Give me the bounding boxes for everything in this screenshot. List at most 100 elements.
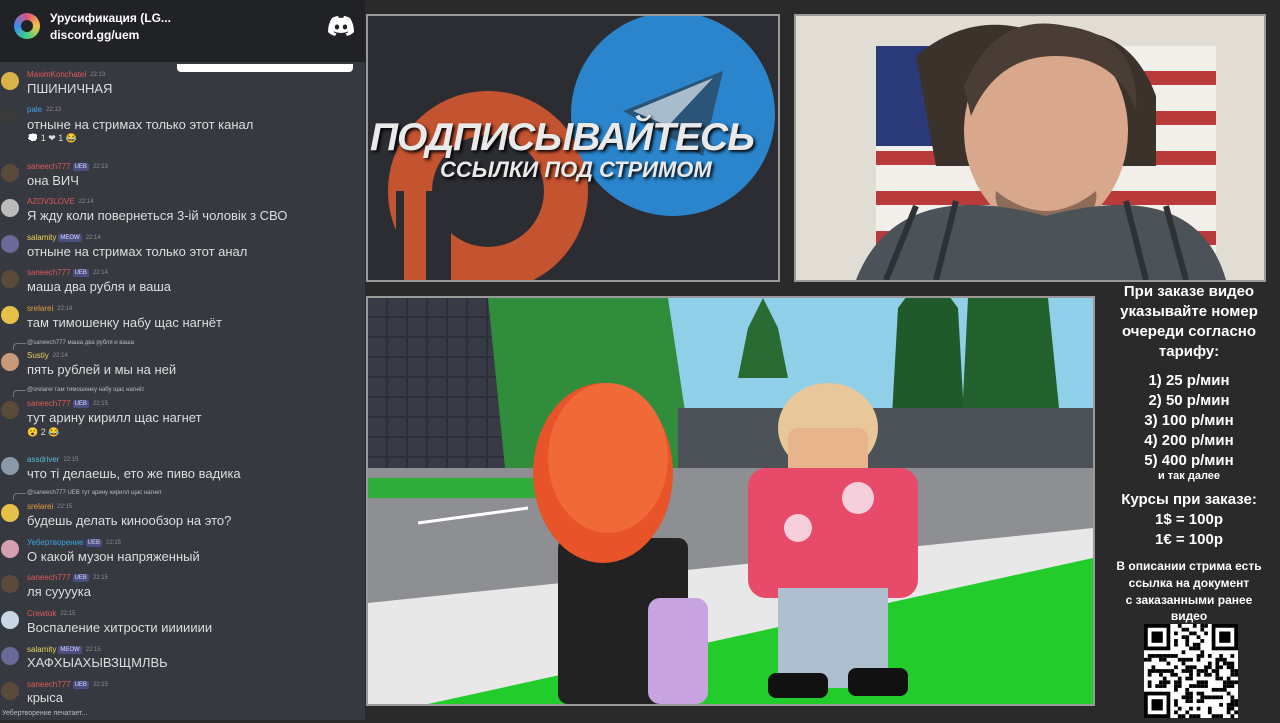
reactions[interactable]: 💭 1 ❤ 1 😂 xyxy=(27,133,77,144)
message-meta: saneech777 UEB 22:15 xyxy=(27,399,108,408)
typing-indicator: Уебертворение печатает... xyxy=(2,710,88,717)
avatar[interactable] xyxy=(1,235,19,253)
username[interactable]: saneech777 xyxy=(27,573,71,582)
message-text: маша два рубля и ваша xyxy=(27,279,171,294)
message-meta: MaximKonchatel 22:13 xyxy=(27,70,105,79)
username[interactable]: assdriver xyxy=(27,455,59,464)
qr-code-image xyxy=(1144,624,1238,718)
rates-title: Курсы при заказе: xyxy=(1121,491,1257,508)
timestamp: 22:13 xyxy=(92,163,108,170)
role-tag: UEB xyxy=(72,268,89,277)
avatar[interactable] xyxy=(1,575,19,593)
reply-preview[interactable]: @saneech777 маша два рубля и ваша xyxy=(13,340,134,350)
timestamp: 22:13 xyxy=(46,106,62,113)
tariff-item: 1) 25 р/мин xyxy=(1148,372,1230,389)
role-tag: UEB xyxy=(72,680,89,689)
message-text: О какой музон напряженный xyxy=(27,549,200,564)
avatar[interactable] xyxy=(1,457,19,475)
message-text: она ВИЧ xyxy=(27,173,79,188)
game-scene xyxy=(368,298,1093,704)
tariff-item: 2) 50 р/мин xyxy=(1148,392,1230,409)
message-meta: Crewtok 22:15 xyxy=(27,609,75,618)
server-icon[interactable] xyxy=(14,13,40,39)
info-intro-line: При заказе видео xyxy=(1123,283,1255,300)
timestamp: 22:14 xyxy=(85,234,101,241)
message-text: отныне на стримах только этот канал xyxy=(27,117,254,132)
role-tag: UEB xyxy=(85,538,102,547)
tariff-item: 3) 100 р/мин xyxy=(1144,412,1234,429)
message-input-strip[interactable] xyxy=(177,64,353,72)
webcam-feed xyxy=(794,14,1266,282)
avatar[interactable] xyxy=(1,306,19,324)
discord-logo-icon xyxy=(328,16,354,36)
username[interactable]: srelarei xyxy=(27,502,53,511)
message-meta: AZOV3LOVE 22:14 xyxy=(27,197,94,206)
reactions[interactable]: 😮 2 😂 xyxy=(27,427,59,438)
username[interactable]: saneech777 xyxy=(27,680,71,689)
username[interactable]: AZOV3LOVE xyxy=(27,197,75,206)
message-meta: saneech777 UEB 22:13 xyxy=(27,162,108,171)
role-tag: UEB xyxy=(72,162,89,171)
timestamp: 22:15 xyxy=(92,574,108,581)
role-tag: MEOW xyxy=(58,645,82,654)
server-invite-link[interactable]: discord.gg/uem xyxy=(50,28,139,42)
server-name[interactable]: Урусификация (LG... xyxy=(50,11,171,25)
timestamp: 22:14 xyxy=(78,198,94,205)
info-intro-line: тарифу: xyxy=(1158,343,1220,360)
timestamp: 22:14 xyxy=(57,305,73,312)
username[interactable]: pale xyxy=(27,105,42,114)
game-video xyxy=(366,296,1095,706)
message-meta: saneech777 UEB 22:14 xyxy=(27,268,108,277)
tariff-etc: и так далее xyxy=(1157,470,1221,482)
timestamp: 22:15 xyxy=(60,610,76,617)
reply-preview[interactable]: @saneech777 UEB тут арину кирилл щас наг… xyxy=(12,490,162,500)
reply-preview[interactable]: @srelarei там тимошенку набу щас нагнёт xyxy=(12,387,144,397)
avatar[interactable] xyxy=(1,682,19,700)
username[interactable]: Уебертворение xyxy=(27,538,84,547)
avatar[interactable] xyxy=(1,401,19,419)
message-meta: salamity MEOW 22:14 xyxy=(27,233,101,242)
role-tag: UEB xyxy=(72,573,89,582)
timestamp: 22:15 xyxy=(92,400,108,407)
rate-item: 1€ = 100р xyxy=(1155,531,1223,548)
message-text: ПШИНИЧНАЯ xyxy=(27,81,113,96)
info-note-line: ссылка на документ xyxy=(1128,576,1250,590)
username[interactable]: saneech777 xyxy=(27,162,71,171)
message-meta: Sustiy 22:14 xyxy=(27,351,68,360)
timestamp: 22:15 xyxy=(105,539,121,546)
message-text: Воспаление хитрости иииииии xyxy=(27,620,213,635)
avatar[interactable] xyxy=(1,504,19,522)
avatar[interactable] xyxy=(1,72,19,90)
info-note-line: видео xyxy=(1170,609,1208,623)
username[interactable]: salamity xyxy=(27,645,56,654)
avatar[interactable] xyxy=(1,353,19,371)
avatar[interactable] xyxy=(1,270,19,288)
avatar[interactable] xyxy=(1,164,19,182)
timestamp: 22:13 xyxy=(90,71,106,78)
message-text: что ті делаешь, ето же пиво вадика xyxy=(27,466,241,481)
avatar[interactable] xyxy=(1,107,19,125)
avatar[interactable] xyxy=(1,199,19,217)
qr-code[interactable] xyxy=(1144,624,1238,718)
username[interactable]: Sustiy xyxy=(27,351,49,360)
avatar[interactable] xyxy=(1,647,19,665)
username[interactable]: saneech777 xyxy=(27,268,71,277)
message-text: там тимошенку набу щас нагнёт xyxy=(27,315,222,330)
username[interactable]: salamity xyxy=(27,233,56,242)
avatar[interactable] xyxy=(1,611,19,629)
username[interactable]: saneech777 xyxy=(27,399,71,408)
username[interactable]: srelarei xyxy=(27,304,53,313)
message-text: будешь делать кинообзор на это? xyxy=(27,513,232,528)
username[interactable]: Crewtok xyxy=(27,609,56,618)
message-meta: saneech777 UEB 22:15 xyxy=(27,680,108,689)
info-note-line: с заказанными ранее xyxy=(1125,593,1253,607)
tariff-item: 5) 400 р/мин xyxy=(1144,452,1234,469)
username[interactable]: MaximKonchatel xyxy=(27,70,86,79)
message-text: ля суууука xyxy=(27,584,91,599)
avatar[interactable] xyxy=(1,540,19,558)
timestamp: 22:14 xyxy=(52,352,68,359)
timestamp: 22:15 xyxy=(57,503,73,510)
message-meta: srelarei 22:15 xyxy=(27,502,72,511)
webcam-image xyxy=(796,16,1264,280)
rate-item: 1$ = 100р xyxy=(1155,511,1223,528)
